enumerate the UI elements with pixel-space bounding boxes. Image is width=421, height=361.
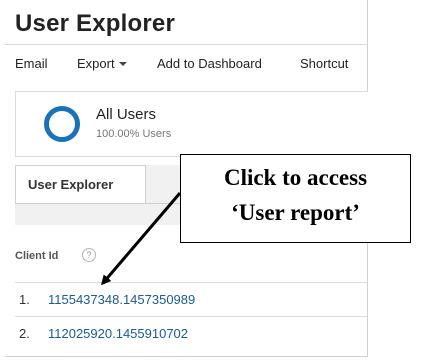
help-icon[interactable]: ? [82,248,96,262]
tab-label: User Explorer [28,177,114,192]
annotation-line-2: ‘User report’ [231,200,360,225]
client-id-link[interactable]: 112025920.1455910702 [48,326,188,341]
table-row: 1. 1155437348.1457350989 [15,282,367,313]
annotation-line-1: Click to access [223,165,368,190]
report-toolbar: Email Export Add to Dashboard Shortcut [5,56,367,76]
email-button[interactable]: Email [15,56,48,71]
column-header-client-id[interactable]: Client Id [15,250,58,262]
export-button[interactable]: Export [77,56,127,71]
segment-percentage: 100.00% Users [96,128,172,140]
export-label: Export [77,56,115,71]
segment-ring-icon [44,106,80,142]
tab-user-explorer[interactable]: User Explorer [15,165,146,203]
table-row: 2. 112025920.1455910702 [15,316,367,347]
row-index: 1. [19,292,30,307]
chevron-down-icon [118,61,127,66]
shortcut-button[interactable]: Shortcut [300,56,348,71]
annotation-callout: Click to access ‘User report’ [180,154,411,243]
segment-name: All Users [96,106,157,123]
add-to-dashboard-button[interactable]: Add to Dashboard [157,56,262,71]
title-divider [5,44,367,45]
row-index: 2. [19,326,30,341]
segment-selector[interactable]: All Users 100.00% Users [15,91,368,157]
page-title: User Explorer [15,10,176,37]
client-id-link[interactable]: 1155437348.1457350989 [48,292,195,307]
